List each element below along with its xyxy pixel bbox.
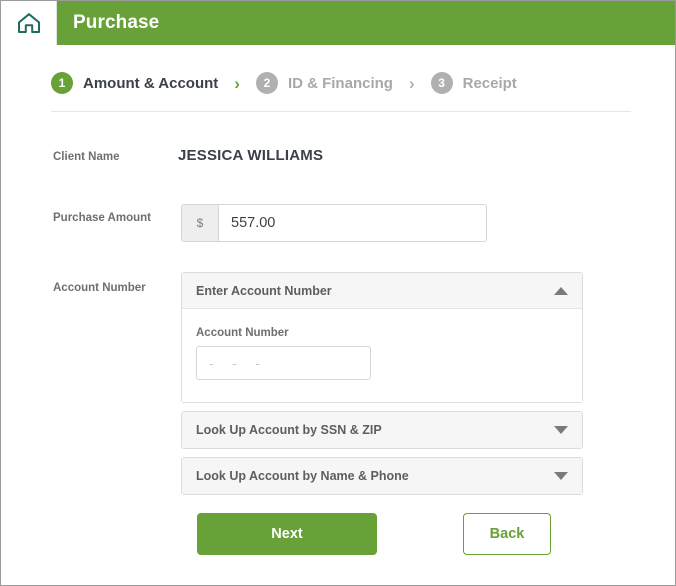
client-name-value: JESSICA WILLIAMS [178,147,324,164]
purchase-amount-input[interactable] [219,205,486,241]
step-1-number: 1 [51,72,73,94]
accordion-header-name-phone[interactable]: Look Up Account by Name & Phone [182,458,582,494]
next-button[interactable]: Next [197,513,377,555]
progress-stepper: 1 Amount & Account › 2 ID & Financing › … [51,61,631,105]
account-number-input-label: Account Number [196,327,289,339]
accordion-title-enter-account-number: Enter Account Number [196,283,332,298]
accordion-title-name-phone: Look Up Account by Name & Phone [196,469,409,483]
home-button[interactable] [1,1,57,45]
step-2-label: ID & Financing [287,74,393,92]
purchase-amount-label: Purchase Amount [53,212,151,224]
page-title: Purchase [73,12,160,33]
accordion-body-enter-account-number: Account Number [182,309,582,402]
step-2-number: 2 [255,72,278,94]
step-3-label: Receipt [462,74,517,92]
stepper-separator-1-icon: › [234,73,240,93]
chevron-down-icon[interactable] [554,472,568,480]
currency-symbol: $ [182,205,219,241]
stepper-step-3[interactable]: 3 Receipt [430,72,517,94]
accordion-panel-enter-account-number: Enter Account Number Account Number [181,272,583,403]
account-lookup-accordion: Enter Account Number Account Number Look… [181,272,583,503]
back-button[interactable]: Back [463,513,551,555]
stepper-step-2[interactable]: 2 ID & Financing [255,72,393,94]
home-icon [16,11,42,35]
step-1-label: Amount & Account [83,74,219,92]
title-bar: Purchase [1,1,675,45]
accordion-header-enter-account-number[interactable]: Enter Account Number [182,273,582,309]
chevron-up-icon[interactable] [554,286,568,295]
header-divider [51,111,631,112]
accordion-title-ssn-zip: Look Up Account by SSN & ZIP [196,423,382,437]
stepper-step-1[interactable]: 1 Amount & Account [51,72,218,94]
app-window: Purchase 1 Amount & Account › 2 ID & Fin… [0,0,676,586]
step-3-number: 3 [430,72,453,94]
action-button-row: Next Back [197,513,551,555]
client-name-label: Client Name [53,151,120,163]
purchase-amount-group: $ [181,204,487,242]
accordion-header-ssn-zip[interactable]: Look Up Account by SSN & ZIP [182,412,582,448]
stepper-separator-2-icon: › [408,73,415,93]
chevron-down-icon[interactable] [554,426,568,434]
account-number-input[interactable] [196,346,371,380]
title-bar-banner: Purchase [57,1,675,45]
account-number-label: Account Number [53,282,146,294]
accordion-panel-ssn-zip: Look Up Account by SSN & ZIP [181,411,583,449]
accordion-panel-name-phone: Look Up Account by Name & Phone [181,457,583,495]
